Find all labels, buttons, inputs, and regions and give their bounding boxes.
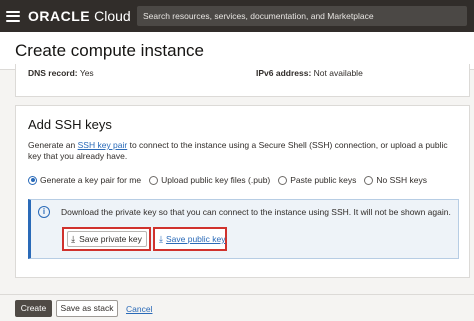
- dns-record-label: DNS record:: [28, 68, 78, 78]
- ipv6-address: IPv6 address: Not available: [256, 68, 363, 78]
- dns-record-value: Yes: [79, 68, 94, 78]
- brand-oracle: ORACLE: [28, 8, 91, 24]
- radio-upload-public-key[interactable]: Upload public key files (.pub): [149, 175, 270, 185]
- save-private-key-highlight: ⤓ Save private key: [62, 227, 151, 251]
- menu-icon[interactable]: [6, 10, 20, 22]
- save-public-key-button[interactable]: ⤓ Save public key: [153, 227, 227, 251]
- ipv6-address-label: IPv6 address:: [256, 68, 312, 78]
- ssh-key-pair-link[interactable]: SSH key pair: [78, 140, 128, 150]
- ipv6-address-value: Not available: [313, 68, 363, 78]
- radio-paste-public-keys[interactable]: Paste public keys: [278, 175, 356, 185]
- save-public-key-label[interactable]: Save public key: [166, 234, 226, 244]
- radio-selected-icon[interactable]: [28, 175, 37, 185]
- ssh-section-title: Add SSH keys: [28, 117, 112, 132]
- page-title: Create compute instance: [15, 41, 204, 60]
- ssh-desc-prefix: Generate an: [28, 140, 78, 150]
- ssh-keys-section: Add SSH keys Generate an SSH key pair to…: [15, 105, 470, 278]
- radio-icon[interactable]: [364, 175, 374, 185]
- download-icon: ⤓: [71, 233, 76, 244]
- radio-no-ssh-keys[interactable]: No SSH keys: [364, 175, 427, 185]
- radio-icon[interactable]: [278, 175, 288, 185]
- info-icon: i: [38, 206, 50, 218]
- cancel-link[interactable]: Cancel: [126, 304, 152, 314]
- save-private-key-label: Save private key: [79, 234, 142, 244]
- info-notice: i Download the private key so that you c…: [28, 199, 459, 259]
- notice-text: Download the private key so that you can…: [61, 207, 451, 217]
- radio-label: No SSH keys: [376, 175, 427, 185]
- ssh-description: Generate an SSH key pair to connect to t…: [28, 140, 453, 162]
- dns-record: DNS record: Yes: [28, 68, 94, 78]
- footer-actions: Create Save as stack Cancel: [0, 294, 474, 321]
- search-input[interactable]: Search resources, services, documentatio…: [137, 6, 467, 26]
- ssh-key-options: Generate a key pair for me Upload public…: [28, 175, 435, 185]
- save-as-stack-button[interactable]: Save as stack: [56, 300, 118, 317]
- create-button[interactable]: Create: [15, 300, 52, 317]
- save-private-key-button[interactable]: ⤓ Save private key: [66, 231, 147, 247]
- networking-summary: DNS record: Yes IPv6 address: Not availa…: [15, 64, 470, 97]
- radio-icon[interactable]: [149, 175, 159, 185]
- oracle-cloud-logo[interactable]: ORACLE Cloud: [28, 8, 131, 24]
- radio-label: Generate a key pair for me: [40, 175, 142, 185]
- radio-generate-key-pair[interactable]: Generate a key pair for me: [28, 175, 141, 185]
- radio-label: Upload public key files (.pub): [161, 175, 271, 185]
- download-icon: ⤓: [159, 233, 163, 244]
- radio-label: Paste public keys: [290, 175, 357, 185]
- brand-cloud: Cloud: [94, 8, 131, 24]
- top-navigation-bar: ORACLE Cloud Search resources, services,…: [0, 0, 474, 32]
